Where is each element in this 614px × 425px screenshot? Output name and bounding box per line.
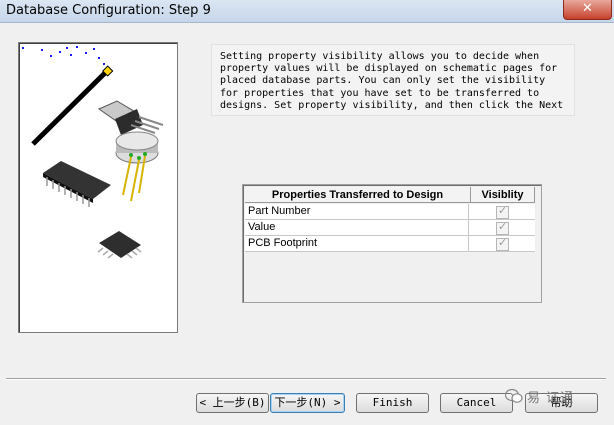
column-header-visibility[interactable]: Visiblity (471, 187, 535, 203)
wizard-illustration (18, 42, 178, 333)
description-panel: Setting property visibility allows you t… (211, 44, 575, 116)
table-row: Part Number ✓ (245, 204, 535, 220)
visibility-checkbox[interactable]: ✓ (496, 220, 509, 235)
watermark: 易 证通 (505, 386, 601, 408)
property-name: PCB Footprint (245, 236, 469, 252)
table-row: PCB Footprint ✓ (245, 236, 535, 252)
visibility-cell: ✓ (469, 236, 535, 252)
checkmark-icon: ✓ (498, 220, 508, 233)
property-name: Part Number (245, 204, 469, 220)
property-name: Value (245, 220, 469, 236)
visibility-checkbox[interactable]: ✓ (496, 236, 509, 251)
wechat-icon (505, 388, 523, 403)
visibility-cell: ✓ (469, 204, 535, 220)
back-button[interactable]: < 上一步(B) (196, 393, 269, 413)
visibility-cell: ✓ (469, 220, 535, 236)
table-row: Value ✓ (245, 220, 535, 236)
close-icon: ✕ (582, 1, 593, 16)
soic-chip (97, 231, 142, 259)
column-header-properties[interactable]: Properties Transferred to Design (245, 187, 471, 203)
title-bar: Database Configuration: Step 9 ✕ (0, 0, 614, 23)
transistor-to5 (115, 131, 159, 202)
components-illustration (22, 46, 164, 259)
window-title: Database Configuration: Step 9 (6, 3, 211, 18)
finish-button[interactable]: Finish (356, 393, 429, 413)
checkmark-icon: ✓ (498, 236, 508, 249)
close-button[interactable]: ✕ (563, 0, 612, 20)
watermark-text: 易 证通 (527, 391, 575, 406)
cancel-button[interactable]: Cancel (440, 393, 513, 413)
checkmark-icon: ✓ (498, 204, 508, 217)
dip-chip (43, 161, 111, 207)
description-text: Setting property visibility allows you t… (220, 51, 564, 111)
transistor-to220 (97, 100, 164, 135)
button-separator (6, 378, 606, 380)
next-button[interactable]: 下一步(N) > (270, 393, 345, 413)
visibility-checkbox[interactable]: ✓ (496, 204, 509, 219)
properties-grid: Properties Transferred to Design Visibli… (242, 184, 542, 303)
